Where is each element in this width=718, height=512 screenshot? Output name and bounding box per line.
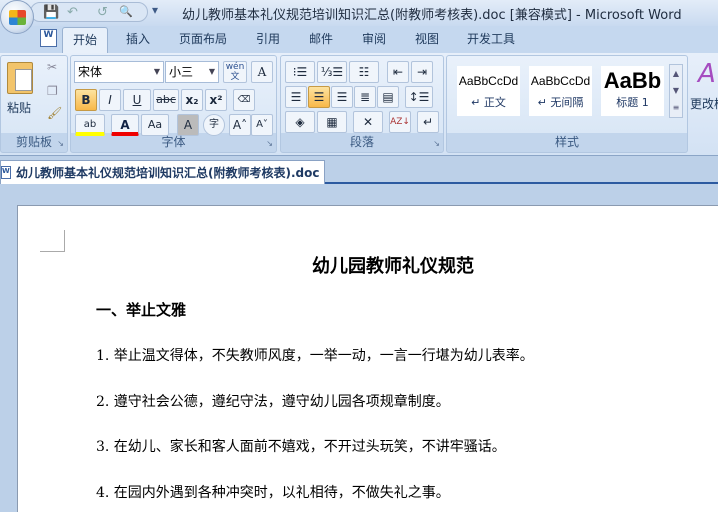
office-button[interactable] bbox=[0, 0, 34, 34]
style-no-spacing[interactable]: AaBbCcDd ↵ 无间隔 bbox=[529, 66, 592, 116]
ribbon: 粘贴 ✂ ❐ 🖌 剪贴板 ↘ 宋体 ▼ 小三 ▼ wén文 A B I U abc … bbox=[0, 53, 718, 156]
section-heading: 一、举止文雅 bbox=[96, 301, 187, 319]
paragraph-group: ⁝☰ ⅓☰ ☷ ⇤ ⇥ ☰ ☰ ☰ ≣ ▤ ↕☰ ◈ ▦ ✕ AZ↓ ↵ 段落 … bbox=[280, 55, 444, 153]
dialog-launcher-icon[interactable]: ↘ bbox=[57, 139, 64, 148]
paragraph-label: 段落 bbox=[349, 135, 374, 149]
numbering-button[interactable]: ⅓☰ bbox=[317, 61, 347, 83]
paste-button[interactable]: 粘贴 bbox=[7, 99, 31, 116]
multilevel-list-button[interactable]: ☷ bbox=[349, 61, 379, 83]
format-painter-icon[interactable]: 🖌 bbox=[47, 106, 62, 120]
tab-review[interactable]: 审阅 bbox=[362, 30, 386, 47]
tab-view[interactable]: 视图 bbox=[415, 30, 439, 47]
font-label: 字体 bbox=[161, 135, 186, 149]
document-page[interactable]: 幼儿园教师礼仪规范 一、举止文雅 1. 举止温文得体，不失教师风度，一举一动，一… bbox=[17, 205, 718, 512]
superscript-button[interactable]: x² bbox=[205, 89, 227, 111]
print-preview-icon[interactable]: 🔍 bbox=[119, 5, 133, 18]
font-group: 宋体 ▼ 小三 ▼ wén文 A B I U abc x₂ x² ⌫ ab A Aa… bbox=[70, 55, 277, 153]
show-marks-button[interactable]: ↵ bbox=[417, 111, 439, 133]
margin-corner-mark bbox=[40, 230, 65, 252]
style-heading-1[interactable]: AaBb 标题 1 bbox=[601, 66, 664, 116]
paste-icon bbox=[7, 62, 33, 94]
font-size-value: 小三 bbox=[169, 65, 194, 79]
style-name: ↵ 正文 bbox=[471, 96, 506, 109]
style-name: 标题 1 bbox=[616, 96, 649, 109]
tab-page-layout[interactable]: 页面布局 bbox=[179, 30, 227, 47]
align-center-button[interactable]: ☰ bbox=[308, 86, 330, 108]
shading-button[interactable]: ◈ bbox=[285, 111, 315, 133]
list-item: 2. 遵守社会公德，遵纪守法，遵守幼儿园各项规章制度。 bbox=[96, 394, 450, 410]
font-name-select[interactable]: 宋体 ▼ bbox=[74, 61, 164, 83]
document-title: 幼儿园教师礼仪规范 bbox=[312, 256, 474, 277]
style-preview: AaBb bbox=[603, 68, 662, 93]
italic-button[interactable]: I bbox=[99, 89, 121, 111]
doc-icon: W bbox=[1, 166, 11, 179]
style-preview: AaBbCcDd bbox=[530, 74, 591, 88]
align-left-button[interactable]: ☰ bbox=[285, 86, 307, 108]
list-item: 4. 在园内外遇到各种冲突时，以礼相待，不做失礼之事。 bbox=[96, 485, 450, 501]
bold-button[interactable]: B bbox=[75, 89, 97, 111]
clear-formatting-button[interactable]: ⌫ bbox=[233, 89, 255, 111]
dialog-launcher-icon[interactable]: ↘ bbox=[266, 139, 273, 148]
ribbon-tabs: W 开始 插入 页面布局 引用 邮件 审阅 视图 开发工具 bbox=[0, 26, 718, 53]
window-title: 幼儿教师基本礼仪规范培训知识汇总(附教师考核表).doc [兼容模式] - Mi… bbox=[182, 8, 682, 23]
phonetic-guide-button[interactable]: wén文 bbox=[223, 61, 247, 83]
strikethrough-button[interactable]: abc bbox=[153, 89, 179, 111]
character-border-button[interactable]: A bbox=[251, 61, 273, 83]
clipboard-group: 粘贴 ✂ ❐ 🖌 剪贴板 ↘ bbox=[0, 55, 68, 153]
borders-button[interactable]: ▦ bbox=[317, 111, 347, 133]
increase-indent-button[interactable]: ⇥ bbox=[411, 61, 433, 83]
sort-button[interactable]: AZ↓ bbox=[389, 111, 411, 133]
document-tab[interactable]: W 幼儿教师基本礼仪规范培训知识汇总(附教师考核表).doc bbox=[0, 160, 325, 184]
style-name: ↵ 无间隔 bbox=[537, 96, 584, 109]
copy-icon[interactable]: ❐ bbox=[47, 84, 58, 98]
cut-icon[interactable]: ✂ bbox=[47, 60, 57, 74]
styles-group: AaBbCcDd ↵ 正文 AaBbCcDd ↵ 无间隔 AaBb 标题 1 ▲ ▼ ≡ … bbox=[446, 55, 688, 153]
list-item: 3. 在幼儿、家长和客人面前不嬉戏，不开过头玩笑，不讲牢骚话。 bbox=[96, 439, 506, 455]
undo-icon[interactable]: ↶ bbox=[67, 5, 78, 20]
subscript-button[interactable]: x₂ bbox=[181, 89, 203, 111]
style-normal[interactable]: AaBbCcDd ↵ 正文 bbox=[457, 66, 520, 116]
change-styles-icon: A bbox=[698, 59, 716, 89]
line-spacing-button[interactable]: ↕☰ bbox=[405, 86, 433, 108]
styles-label: 样式 bbox=[554, 135, 579, 149]
word-doc-icon: W bbox=[40, 29, 57, 47]
tab-insert[interactable]: 插入 bbox=[126, 30, 150, 47]
change-styles-button[interactable]: A 更改样式 bbox=[690, 59, 718, 119]
tab-references[interactable]: 引用 bbox=[256, 30, 280, 47]
underline-button[interactable]: U bbox=[123, 89, 151, 111]
decrease-indent-button[interactable]: ⇤ bbox=[387, 61, 409, 83]
document-tab-label: 幼儿教师基本礼仪规范培训知识汇总(附教师考核表).doc bbox=[16, 166, 320, 180]
align-right-button[interactable]: ☰ bbox=[331, 86, 353, 108]
tab-developer[interactable]: 开发工具 bbox=[467, 30, 515, 47]
document-tab-bar: W 幼儿教师基本礼仪规范培训知识汇总(附教师考核表).doc bbox=[0, 157, 718, 184]
tab-home[interactable]: 开始 bbox=[62, 27, 109, 53]
list-item: 1. 举止温文得体，不失教师风度，一举一动，一言一行堪为幼儿表率。 bbox=[96, 348, 534, 364]
chinese-layout-button[interactable]: ✕ bbox=[353, 111, 383, 133]
tab-mailings[interactable]: 邮件 bbox=[309, 30, 333, 47]
style-preview: AaBbCcDd bbox=[458, 74, 519, 88]
save-icon[interactable]: 💾 bbox=[43, 5, 59, 20]
redo-icon[interactable]: ↺ bbox=[97, 5, 108, 20]
change-styles-label: 更改样式 bbox=[690, 97, 718, 111]
customize-qat-icon[interactable]: ▾ bbox=[152, 3, 158, 17]
office-logo-icon bbox=[9, 10, 26, 25]
styles-scroll[interactable]: ▲ ▼ ≡ bbox=[669, 64, 683, 118]
font-name-value: 宋体 bbox=[78, 65, 103, 79]
justify-button[interactable]: ≣ bbox=[354, 86, 376, 108]
bullets-button[interactable]: ⁝☰ bbox=[285, 61, 315, 83]
dialog-launcher-icon[interactable]: ↘ bbox=[433, 139, 440, 148]
distributed-button[interactable]: ▤ bbox=[377, 86, 399, 108]
font-size-select[interactable]: 小三 ▼ bbox=[165, 61, 219, 83]
quick-access-toolbar: 💾 ↶ ↺ 🔍 bbox=[30, 2, 148, 22]
